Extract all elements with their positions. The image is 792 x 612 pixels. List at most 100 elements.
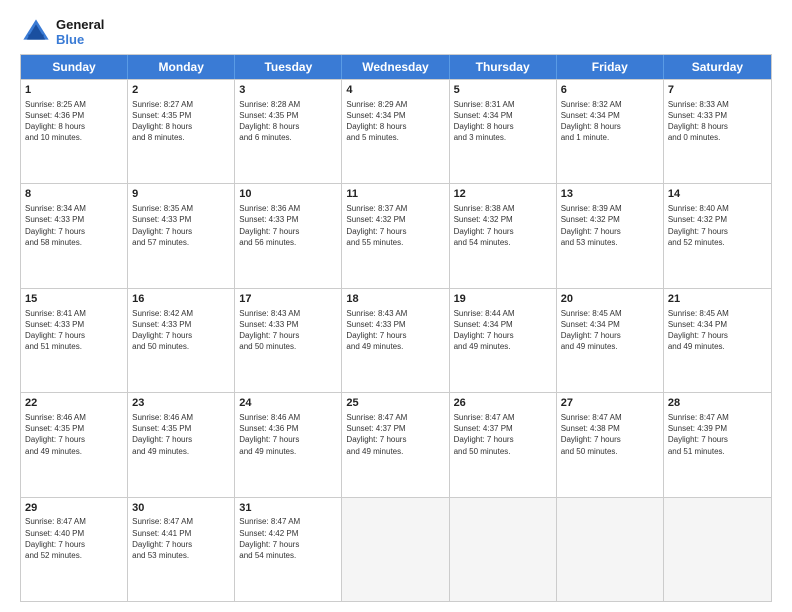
- day-cell-12: 12Sunrise: 8:38 AM Sunset: 4:32 PM Dayli…: [450, 184, 557, 287]
- day-info: Sunrise: 8:47 AM Sunset: 4:40 PM Dayligh…: [25, 516, 123, 561]
- day-cell-31: 31Sunrise: 8:47 AM Sunset: 4:42 PM Dayli…: [235, 498, 342, 601]
- day-number: 2: [132, 83, 230, 98]
- day-number: 11: [346, 187, 444, 202]
- day-cell-29: 29Sunrise: 8:47 AM Sunset: 4:40 PM Dayli…: [21, 498, 128, 601]
- day-cell-14: 14Sunrise: 8:40 AM Sunset: 4:32 PM Dayli…: [664, 184, 771, 287]
- day-cell-11: 11Sunrise: 8:37 AM Sunset: 4:32 PM Dayli…: [342, 184, 449, 287]
- day-cell-7: 7Sunrise: 8:33 AM Sunset: 4:33 PM Daylig…: [664, 80, 771, 183]
- day-number: 28: [668, 396, 767, 411]
- day-cell-23: 23Sunrise: 8:46 AM Sunset: 4:35 PM Dayli…: [128, 393, 235, 496]
- day-number: 25: [346, 396, 444, 411]
- day-cell-6: 6Sunrise: 8:32 AM Sunset: 4:34 PM Daylig…: [557, 80, 664, 183]
- day-info: Sunrise: 8:47 AM Sunset: 4:41 PM Dayligh…: [132, 516, 230, 561]
- day-number: 26: [454, 396, 552, 411]
- day-number: 13: [561, 187, 659, 202]
- day-number: 21: [668, 292, 767, 307]
- day-info: Sunrise: 8:38 AM Sunset: 4:32 PM Dayligh…: [454, 203, 552, 248]
- day-info: Sunrise: 8:47 AM Sunset: 4:37 PM Dayligh…: [346, 412, 444, 457]
- day-number: 8: [25, 187, 123, 202]
- header-day-monday: Monday: [128, 55, 235, 79]
- header-day-thursday: Thursday: [450, 55, 557, 79]
- day-number: 12: [454, 187, 552, 202]
- day-number: 14: [668, 187, 767, 202]
- day-number: 3: [239, 83, 337, 98]
- header: General Blue: [20, 16, 772, 48]
- day-info: Sunrise: 8:47 AM Sunset: 4:39 PM Dayligh…: [668, 412, 767, 457]
- day-number: 6: [561, 83, 659, 98]
- header-day-wednesday: Wednesday: [342, 55, 449, 79]
- calendar: SundayMondayTuesdayWednesdayThursdayFrid…: [20, 54, 772, 602]
- header-day-sunday: Sunday: [21, 55, 128, 79]
- day-number: 18: [346, 292, 444, 307]
- day-cell-16: 16Sunrise: 8:42 AM Sunset: 4:33 PM Dayli…: [128, 289, 235, 392]
- day-info: Sunrise: 8:43 AM Sunset: 4:33 PM Dayligh…: [239, 308, 337, 353]
- day-info: Sunrise: 8:44 AM Sunset: 4:34 PM Dayligh…: [454, 308, 552, 353]
- day-cell-20: 20Sunrise: 8:45 AM Sunset: 4:34 PM Dayli…: [557, 289, 664, 392]
- day-info: Sunrise: 8:39 AM Sunset: 4:32 PM Dayligh…: [561, 203, 659, 248]
- day-cell-1: 1Sunrise: 8:25 AM Sunset: 4:36 PM Daylig…: [21, 80, 128, 183]
- day-cell-30: 30Sunrise: 8:47 AM Sunset: 4:41 PM Dayli…: [128, 498, 235, 601]
- day-info: Sunrise: 8:46 AM Sunset: 4:36 PM Dayligh…: [239, 412, 337, 457]
- day-info: Sunrise: 8:41 AM Sunset: 4:33 PM Dayligh…: [25, 308, 123, 353]
- day-info: Sunrise: 8:32 AM Sunset: 4:34 PM Dayligh…: [561, 99, 659, 144]
- day-cell-4: 4Sunrise: 8:29 AM Sunset: 4:34 PM Daylig…: [342, 80, 449, 183]
- week-row-3: 22Sunrise: 8:46 AM Sunset: 4:35 PM Dayli…: [21, 392, 771, 496]
- day-info: Sunrise: 8:27 AM Sunset: 4:35 PM Dayligh…: [132, 99, 230, 144]
- day-info: Sunrise: 8:40 AM Sunset: 4:32 PM Dayligh…: [668, 203, 767, 248]
- day-info: Sunrise: 8:29 AM Sunset: 4:34 PM Dayligh…: [346, 99, 444, 144]
- week-row-0: 1Sunrise: 8:25 AM Sunset: 4:36 PM Daylig…: [21, 79, 771, 183]
- day-cell-22: 22Sunrise: 8:46 AM Sunset: 4:35 PM Dayli…: [21, 393, 128, 496]
- day-number: 1: [25, 83, 123, 98]
- day-cell-10: 10Sunrise: 8:36 AM Sunset: 4:33 PM Dayli…: [235, 184, 342, 287]
- day-cell-8: 8Sunrise: 8:34 AM Sunset: 4:33 PM Daylig…: [21, 184, 128, 287]
- day-info: Sunrise: 8:33 AM Sunset: 4:33 PM Dayligh…: [668, 99, 767, 144]
- header-day-friday: Friday: [557, 55, 664, 79]
- day-info: Sunrise: 8:46 AM Sunset: 4:35 PM Dayligh…: [25, 412, 123, 457]
- day-number: 9: [132, 187, 230, 202]
- day-number: 17: [239, 292, 337, 307]
- day-cell-17: 17Sunrise: 8:43 AM Sunset: 4:33 PM Dayli…: [235, 289, 342, 392]
- day-cell-25: 25Sunrise: 8:47 AM Sunset: 4:37 PM Dayli…: [342, 393, 449, 496]
- day-info: Sunrise: 8:34 AM Sunset: 4:33 PM Dayligh…: [25, 203, 123, 248]
- day-cell-9: 9Sunrise: 8:35 AM Sunset: 4:33 PM Daylig…: [128, 184, 235, 287]
- day-cell-21: 21Sunrise: 8:45 AM Sunset: 4:34 PM Dayli…: [664, 289, 771, 392]
- day-info: Sunrise: 8:45 AM Sunset: 4:34 PM Dayligh…: [561, 308, 659, 353]
- empty-cell: [664, 498, 771, 601]
- empty-cell: [342, 498, 449, 601]
- day-cell-27: 27Sunrise: 8:47 AM Sunset: 4:38 PM Dayli…: [557, 393, 664, 496]
- day-info: Sunrise: 8:42 AM Sunset: 4:33 PM Dayligh…: [132, 308, 230, 353]
- day-cell-13: 13Sunrise: 8:39 AM Sunset: 4:32 PM Dayli…: [557, 184, 664, 287]
- day-number: 4: [346, 83, 444, 98]
- day-number: 20: [561, 292, 659, 307]
- day-cell-26: 26Sunrise: 8:47 AM Sunset: 4:37 PM Dayli…: [450, 393, 557, 496]
- week-row-4: 29Sunrise: 8:47 AM Sunset: 4:40 PM Dayli…: [21, 497, 771, 601]
- day-info: Sunrise: 8:25 AM Sunset: 4:36 PM Dayligh…: [25, 99, 123, 144]
- day-number: 5: [454, 83, 552, 98]
- day-info: Sunrise: 8:47 AM Sunset: 4:42 PM Dayligh…: [239, 516, 337, 561]
- calendar-header: SundayMondayTuesdayWednesdayThursdayFrid…: [21, 55, 771, 79]
- day-info: Sunrise: 8:37 AM Sunset: 4:32 PM Dayligh…: [346, 203, 444, 248]
- day-info: Sunrise: 8:47 AM Sunset: 4:37 PM Dayligh…: [454, 412, 552, 457]
- day-info: Sunrise: 8:31 AM Sunset: 4:34 PM Dayligh…: [454, 99, 552, 144]
- day-cell-28: 28Sunrise: 8:47 AM Sunset: 4:39 PM Dayli…: [664, 393, 771, 496]
- day-info: Sunrise: 8:43 AM Sunset: 4:33 PM Dayligh…: [346, 308, 444, 353]
- week-row-1: 8Sunrise: 8:34 AM Sunset: 4:33 PM Daylig…: [21, 183, 771, 287]
- day-number: 15: [25, 292, 123, 307]
- day-number: 16: [132, 292, 230, 307]
- day-cell-3: 3Sunrise: 8:28 AM Sunset: 4:35 PM Daylig…: [235, 80, 342, 183]
- logo: General Blue: [20, 16, 104, 48]
- day-number: 31: [239, 501, 337, 516]
- day-number: 30: [132, 501, 230, 516]
- day-cell-19: 19Sunrise: 8:44 AM Sunset: 4:34 PM Dayli…: [450, 289, 557, 392]
- day-number: 27: [561, 396, 659, 411]
- empty-cell: [450, 498, 557, 601]
- header-day-saturday: Saturday: [664, 55, 771, 79]
- day-number: 19: [454, 292, 552, 307]
- day-info: Sunrise: 8:46 AM Sunset: 4:35 PM Dayligh…: [132, 412, 230, 457]
- day-info: Sunrise: 8:45 AM Sunset: 4:34 PM Dayligh…: [668, 308, 767, 353]
- day-cell-18: 18Sunrise: 8:43 AM Sunset: 4:33 PM Dayli…: [342, 289, 449, 392]
- day-info: Sunrise: 8:35 AM Sunset: 4:33 PM Dayligh…: [132, 203, 230, 248]
- day-info: Sunrise: 8:36 AM Sunset: 4:33 PM Dayligh…: [239, 203, 337, 248]
- day-number: 7: [668, 83, 767, 98]
- day-cell-15: 15Sunrise: 8:41 AM Sunset: 4:33 PM Dayli…: [21, 289, 128, 392]
